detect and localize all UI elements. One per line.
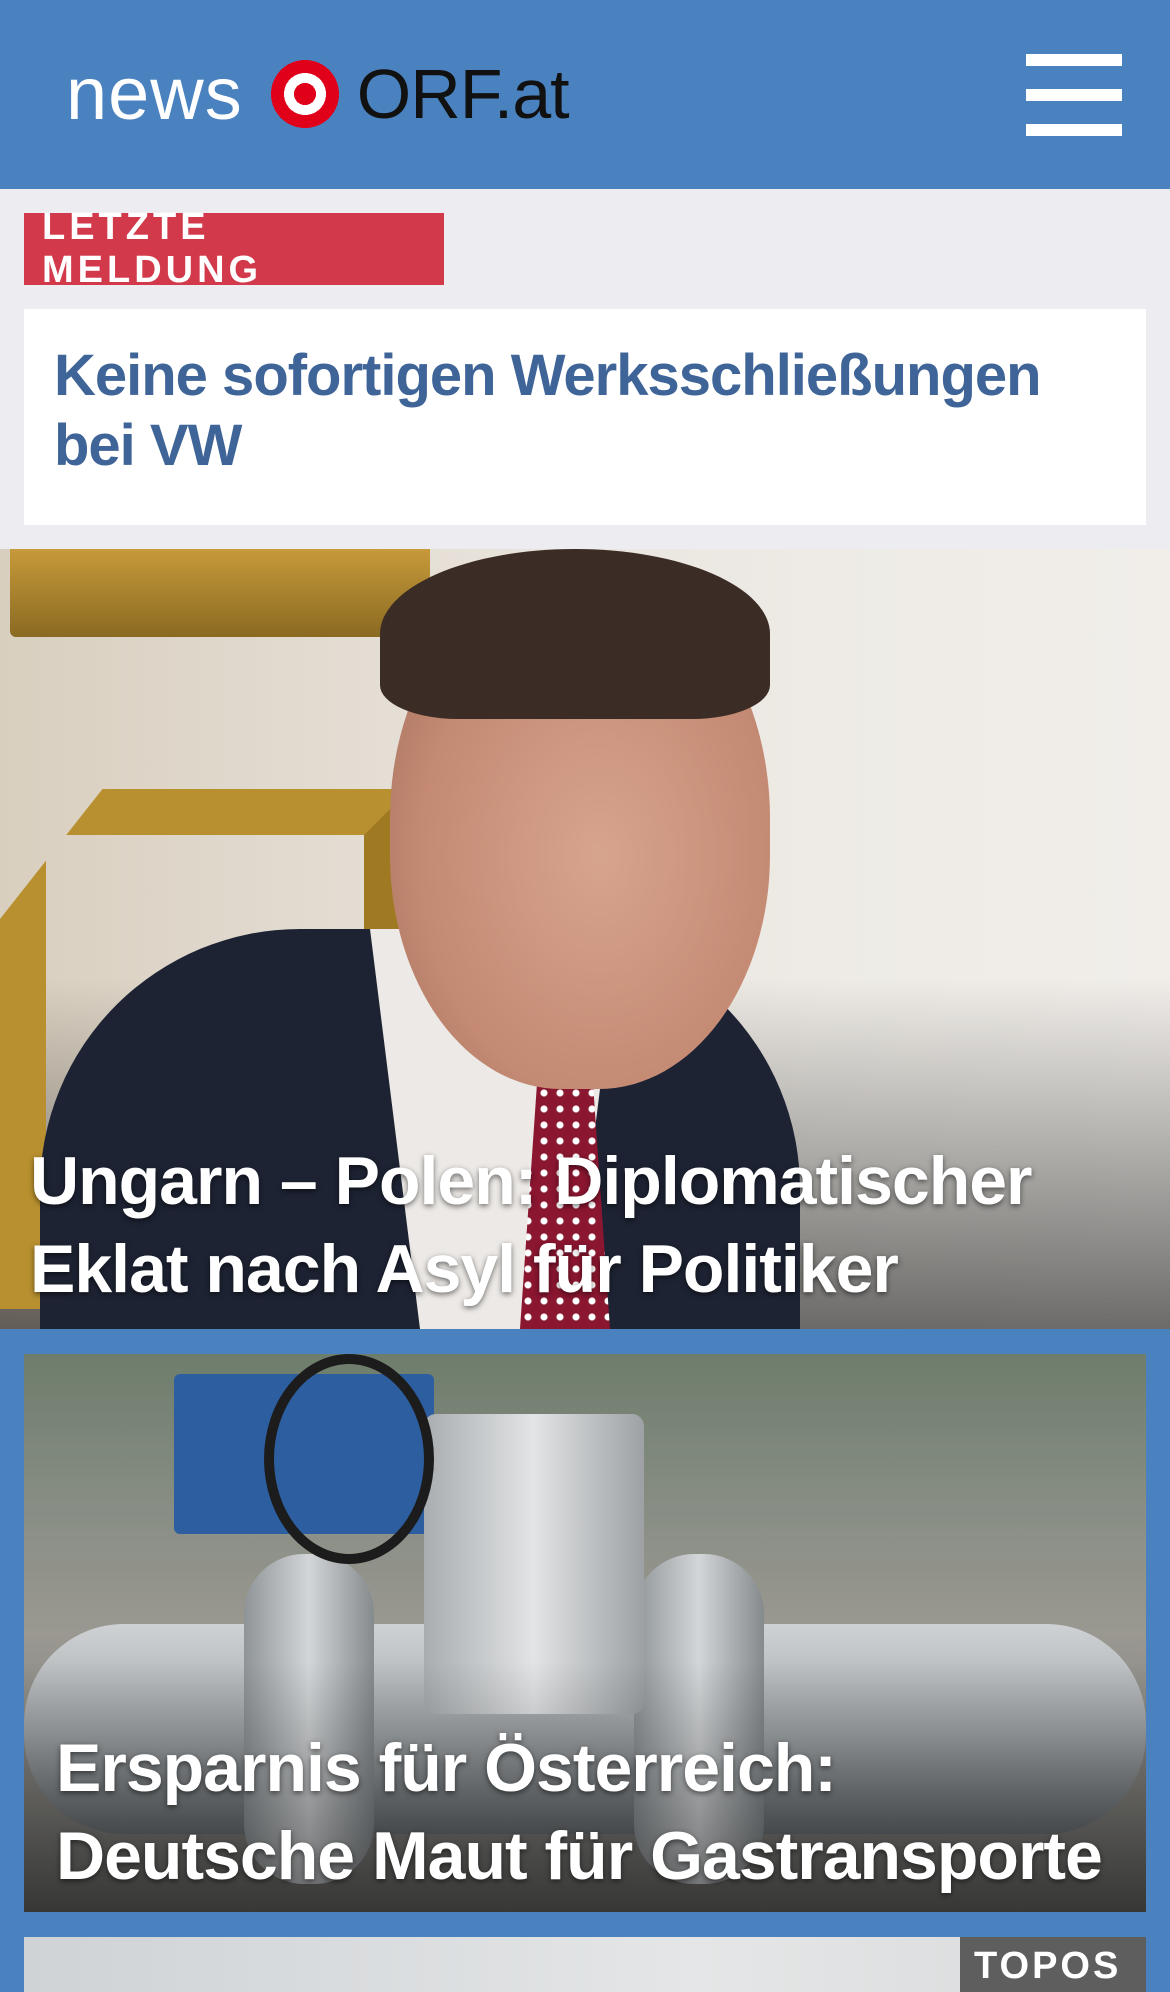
topos-badge: TOPOS xyxy=(960,1937,1146,1992)
menu-bar xyxy=(1026,89,1122,101)
story-image-frame xyxy=(10,549,430,637)
menu-bar xyxy=(1026,54,1122,66)
orf-news-logo[interactable]: news ORF.at xyxy=(66,46,570,142)
logo-news-text: news xyxy=(66,52,243,135)
app-header: news ORF.at xyxy=(0,0,1170,189)
story-title[interactable]: Ungarn – Polen: Diplomatischer Eklat nac… xyxy=(30,1137,1160,1313)
story-card-topos[interactable]: TOPOS xyxy=(24,1937,1146,1992)
menu-bar xyxy=(1026,124,1122,136)
hamburger-menu-icon[interactable] xyxy=(1020,50,1124,136)
orf-eye-icon xyxy=(262,52,347,136)
latest-news-badge: LETZTE MELDUNG xyxy=(24,206,444,291)
story-card-gas-toll[interactable]: Ersparnis für Österreich: Deutsche Maut … xyxy=(24,1354,1146,1912)
story-card-hungary-poland[interactable]: Ungarn – Polen: Diplomatischer Eklat nac… xyxy=(0,549,1170,1329)
latest-news-title[interactable]: Keine sofortigen Werksschließungen bei V… xyxy=(54,341,1116,481)
story-image-person xyxy=(380,549,770,719)
story-title[interactable]: Ersparnis für Österreich: Deutsche Maut … xyxy=(56,1724,1126,1912)
logo-orf-text: ORF.at xyxy=(356,55,570,133)
latest-news-card[interactable]: Keine sofortigen Werksschließungen bei V… xyxy=(24,309,1146,525)
